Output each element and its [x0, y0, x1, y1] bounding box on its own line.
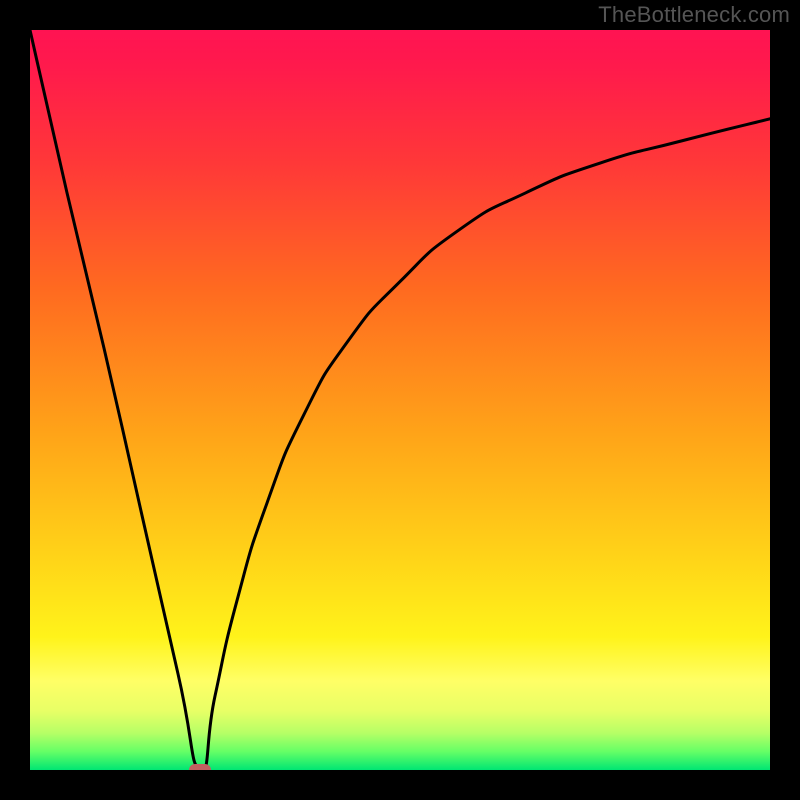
watermark-text: TheBottleneck.com [598, 2, 790, 28]
plot-area [30, 30, 770, 770]
chart-frame: TheBottleneck.com [0, 0, 800, 800]
curve-path [30, 30, 770, 770]
minimum-marker [189, 764, 211, 770]
bottleneck-curve [30, 30, 770, 770]
